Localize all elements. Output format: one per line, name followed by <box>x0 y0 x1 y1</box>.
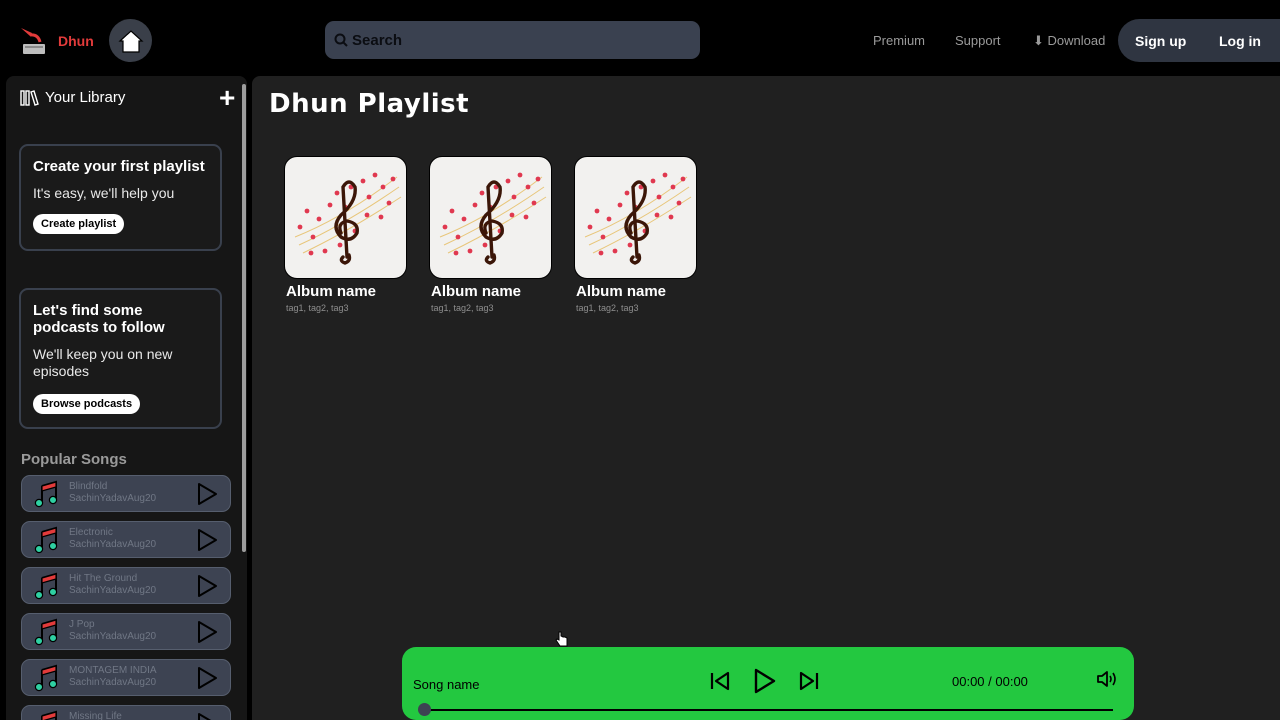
album-cover[interactable] <box>429 156 552 279</box>
treble-clef-icon <box>584 172 692 265</box>
main-content: Dhun Playlist Album name tag1, tag2, tag3… <box>252 76 1280 720</box>
album-card[interactable]: Album name tag1, tag2, tag3 <box>574 156 698 313</box>
card-text: We'll keep you on new episodes <box>33 346 173 379</box>
treble-clef-icon <box>294 172 402 265</box>
popular-songs-heading: Popular Songs <box>21 451 127 468</box>
player-bar: Song name 00:00 / 00:00 <box>402 647 1134 720</box>
logo[interactable]: Dhun <box>18 24 94 58</box>
music-note-icon <box>34 664 58 692</box>
song-title: Electronic <box>69 527 113 538</box>
song-artist: SachinYadavAug20 <box>69 677 157 688</box>
search-icon <box>334 33 348 47</box>
song-artist: SachinYadavAug20 <box>69 585 157 596</box>
auth-group: Sign up Log in <box>1118 19 1280 62</box>
home-button[interactable] <box>109 19 152 62</box>
previous-icon[interactable] <box>708 669 732 693</box>
current-song-name: Song name <box>413 677 480 692</box>
seek-bar[interactable] <box>422 709 1113 711</box>
library-icon <box>20 89 39 106</box>
download-link[interactable]: ⬇ Download <box>1033 33 1105 49</box>
create-playlist-card: Create your first playlist It's easy, we… <box>19 144 222 251</box>
signup-button[interactable]: Sign up <box>1135 33 1186 49</box>
song-artist: SachinYadavAug20 <box>69 493 157 504</box>
library-title: Your Library <box>45 89 126 106</box>
album-name: Album name <box>431 283 522 300</box>
card-title: Let's find some podcasts to follow <box>33 302 165 336</box>
login-button[interactable]: Log in <box>1219 33 1261 49</box>
song-artist: SachinYadavAug20 <box>69 631 157 642</box>
library-header[interactable]: Your Library <box>20 89 125 106</box>
music-note-icon <box>34 618 58 646</box>
premium-link[interactable]: Premium <box>873 33 925 48</box>
album-card[interactable]: Album name tag1, tag2, tag3 <box>429 156 553 313</box>
play-icon[interactable] <box>196 482 218 506</box>
time-display: 00:00 / 00:00 <box>952 674 1028 689</box>
next-icon[interactable] <box>797 669 821 693</box>
music-note-icon <box>34 480 58 508</box>
popular-song-item[interactable]: Blindfold SachinYadavAug20 <box>21 475 231 512</box>
play-icon[interactable] <box>196 574 218 598</box>
song-title: Hit The Ground <box>69 573 138 584</box>
play-icon[interactable] <box>196 620 218 644</box>
popular-song-item[interactable]: Hit The Ground SachinYadavAug20 <box>21 567 231 604</box>
album-cover[interactable] <box>284 156 407 279</box>
brand-name: Dhun <box>58 33 94 49</box>
volume-icon[interactable] <box>1096 669 1118 689</box>
search-bar[interactable] <box>325 21 700 59</box>
page-title: Dhun Playlist <box>269 89 470 119</box>
play-icon[interactable] <box>750 667 778 695</box>
library-sidebar: Your Library + Create your first playlis… <box>6 76 247 720</box>
hand-cursor-icon <box>555 631 568 647</box>
create-playlist-button[interactable]: Create playlist <box>33 214 125 234</box>
music-note-icon <box>41 710 57 720</box>
gramophone-icon <box>21 28 45 54</box>
play-icon[interactable] <box>196 712 218 720</box>
song-title: Missing Life <box>69 711 122 720</box>
browse-podcasts-button[interactable]: Browse podcasts <box>33 394 141 414</box>
top-bar: Dhun Premium Support ⬇ Download Sign up … <box>0 0 1280 76</box>
search-input[interactable] <box>352 31 672 49</box>
music-note-icon <box>34 526 58 554</box>
music-note-icon <box>34 572 58 600</box>
podcasts-card: Let's find some podcasts to follow We'll… <box>19 288 222 429</box>
popular-song-item[interactable]: Missing Life <box>21 705 231 720</box>
popular-song-item[interactable]: Electronic SachinYadavAug20 <box>21 521 231 558</box>
sidebar-scrollbar[interactable] <box>242 84 246 552</box>
popular-song-item[interactable]: J Pop SachinYadavAug20 <box>21 613 231 650</box>
support-link[interactable]: Support <box>955 33 1001 48</box>
card-title: Create your first playlist <box>33 158 205 175</box>
play-icon[interactable] <box>196 528 218 552</box>
add-icon[interactable]: + <box>219 84 235 112</box>
song-title: J Pop <box>69 619 95 630</box>
song-artist: SachinYadavAug20 <box>69 539 157 550</box>
song-title: Blindfold <box>69 481 108 492</box>
album-name: Album name <box>576 283 667 300</box>
album-tags: tag1, tag2, tag3 <box>286 303 349 313</box>
song-title: MONTAGEM INDIA <box>69 665 157 676</box>
album-tags: tag1, tag2, tag3 <box>431 303 494 313</box>
album-tags: tag1, tag2, tag3 <box>576 303 639 313</box>
album-cover[interactable] <box>574 156 697 279</box>
seek-handle[interactable] <box>418 703 431 716</box>
album-card[interactable]: Album name tag1, tag2, tag3 <box>284 156 408 313</box>
album-name: Album name <box>286 283 377 300</box>
home-icon <box>117 29 144 53</box>
treble-clef-icon <box>439 172 547 265</box>
popular-song-item[interactable]: MONTAGEM INDIA SachinYadavAug20 <box>21 659 231 696</box>
play-icon[interactable] <box>196 666 218 690</box>
card-text: It's easy, we'll help you <box>33 185 175 201</box>
